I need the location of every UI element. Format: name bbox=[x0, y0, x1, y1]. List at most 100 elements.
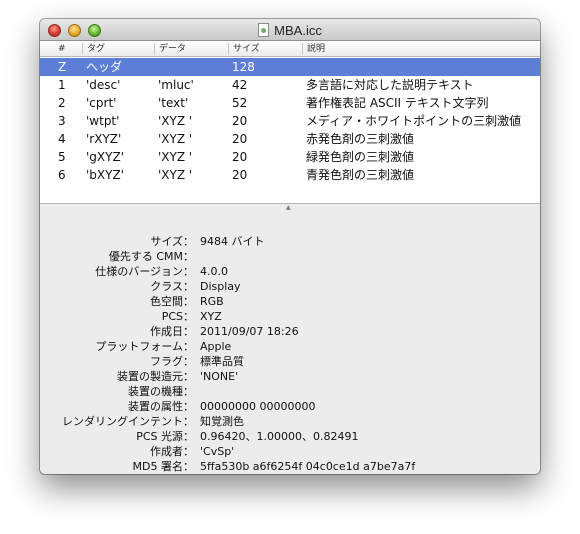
row-description: 赤発色剤の三刺激値 bbox=[306, 132, 415, 146]
detail-label: クラス： bbox=[150, 280, 194, 293]
row-description: 青発色剤の三刺激値 bbox=[306, 168, 415, 182]
row-number: 4 bbox=[58, 132, 66, 146]
detail-value: RGB bbox=[200, 295, 224, 308]
row-data: 'XYZ ' bbox=[158, 150, 193, 164]
column-header-data[interactable]: データ bbox=[154, 43, 228, 55]
detail-label: レンダリングインテント： bbox=[62, 415, 194, 428]
detail-row: 色空間： RGB bbox=[40, 294, 540, 309]
detail-label: 装置の製造元： bbox=[117, 370, 194, 383]
table-row[interactable]: 2 'cprt' 'text' 52 著作権表記 ASCII テキスト文字列 bbox=[40, 94, 540, 112]
detail-label: 色空間： bbox=[150, 295, 194, 308]
split-view-divider[interactable]: ▲ bbox=[40, 203, 540, 212]
row-size: 20 bbox=[232, 150, 248, 164]
detail-label: MD5 署名： bbox=[132, 460, 194, 473]
detail-row: 装置の機種： bbox=[40, 384, 540, 399]
row-data: 'text' bbox=[158, 96, 189, 110]
detail-value: 5ffa530b a6f6254f 04c0ce1d a7be7a7f bbox=[200, 460, 416, 473]
row-tag: 'wtpt' bbox=[86, 114, 120, 128]
row-data: 'XYZ ' bbox=[158, 168, 193, 182]
row-size: 20 bbox=[232, 114, 248, 128]
row-number: 1 bbox=[58, 78, 66, 92]
detail-label: 優先する CMM： bbox=[108, 250, 194, 263]
table-row[interactable]: 6 'bXYZ' 'XYZ ' 20 青発色剤の三刺激値 bbox=[40, 166, 540, 184]
detail-value: 知覚測色 bbox=[200, 415, 244, 428]
row-size: 42 bbox=[232, 78, 248, 92]
row-tag: 'rXYZ' bbox=[86, 132, 122, 146]
row-size: 128 bbox=[232, 60, 255, 74]
detail-row: プラットフォーム： Apple bbox=[40, 339, 540, 354]
detail-value: 4.0.0 bbox=[200, 265, 228, 278]
detail-row: 装置の製造元： 'NONE' bbox=[40, 369, 540, 384]
table-row[interactable]: 5 'gXYZ' 'XYZ ' 20 緑発色剤の三刺激値 bbox=[40, 148, 540, 166]
detail-row: 装置の属性： 00000000 00000000 bbox=[40, 399, 540, 414]
detail-row: クラス： Display bbox=[40, 279, 540, 294]
row-data: 'XYZ ' bbox=[158, 132, 193, 146]
detail-label: PCS 光源： bbox=[136, 430, 194, 443]
row-tag: 'gXYZ' bbox=[86, 150, 124, 164]
table-row[interactable]: 3 'wtpt' 'XYZ ' 20 メディア・ホワイトポイントの三刺激値 bbox=[40, 112, 540, 130]
detail-row: 作成者： 'CvSp' bbox=[40, 444, 540, 459]
row-number: 5 bbox=[58, 150, 66, 164]
detail-row: PCS： XYZ bbox=[40, 309, 540, 324]
tag-table[interactable]: # タグ データ サイズ 説明 Z ヘッダ 128 1 'desc' 'mluc… bbox=[40, 41, 540, 203]
detail-value: 2011/09/07 18:26 bbox=[200, 325, 299, 338]
resize-grip-icon[interactable]: ▲ bbox=[286, 205, 292, 211]
window: MBA.icc # タグ データ サイズ 説明 Z ヘッダ 128 1 'des… bbox=[40, 19, 540, 474]
row-description: 著作権表記 ASCII テキスト文字列 bbox=[306, 96, 489, 110]
detail-value: 'NONE' bbox=[200, 370, 239, 383]
detail-label: プラットフォーム： bbox=[95, 340, 194, 353]
title-wrap: MBA.icc bbox=[40, 19, 540, 41]
row-description: 多言語に対応した説明テキスト bbox=[306, 78, 474, 92]
row-size: 20 bbox=[232, 132, 248, 146]
table-row[interactable]: 1 'desc' 'mluc' 42 多言語に対応した説明テキスト bbox=[40, 76, 540, 94]
detail-value: XYZ bbox=[200, 310, 222, 323]
row-tag: 'cprt' bbox=[86, 96, 117, 110]
detail-row: 優先する CMM： bbox=[40, 249, 540, 264]
row-tag: ヘッダ bbox=[86, 60, 123, 74]
table-header: # タグ データ サイズ 説明 bbox=[40, 41, 540, 57]
table-row[interactable]: Z ヘッダ 128 bbox=[40, 58, 540, 76]
detail-label: 作成者： bbox=[150, 445, 194, 458]
row-description: 緑発色剤の三刺激値 bbox=[306, 150, 415, 164]
detail-row: レンダリングインテント： 知覚測色 bbox=[40, 414, 540, 429]
detail-value: Apple bbox=[200, 340, 232, 353]
detail-value: 標準品質 bbox=[200, 355, 244, 368]
profile-details: サイズ： 9484 バイト 優先する CMM： 仕様のバージョン： 4.0.0 クラ… bbox=[40, 212, 540, 474]
detail-value: 00000000 00000000 bbox=[200, 400, 316, 413]
title-bar[interactable]: MBA.icc bbox=[40, 19, 540, 41]
icc-document-icon bbox=[258, 23, 270, 37]
detail-value: 9484 バイト bbox=[200, 235, 265, 248]
window-title: MBA.icc bbox=[274, 22, 322, 38]
detail-row: PCS 光源： 0.96420、1.00000、0.82491 bbox=[40, 429, 540, 444]
column-header-tag[interactable]: タグ bbox=[82, 43, 154, 55]
detail-label: サイズ： bbox=[150, 235, 194, 248]
detail-row: 仕様のバージョン： 4.0.0 bbox=[40, 264, 540, 279]
row-size: 20 bbox=[232, 168, 248, 182]
row-number: 2 bbox=[58, 96, 66, 110]
row-number: Z bbox=[58, 60, 67, 74]
detail-value: 0.96420、1.00000、0.82491 bbox=[200, 430, 359, 443]
table-row[interactable]: 4 'rXYZ' 'XYZ ' 20 赤発色剤の三刺激値 bbox=[40, 130, 540, 148]
detail-value: Display bbox=[200, 280, 241, 293]
detail-value: 'CvSp' bbox=[200, 445, 235, 458]
row-number: 3 bbox=[58, 114, 66, 128]
row-tag: 'bXYZ' bbox=[86, 168, 124, 182]
detail-label: 装置の機種： bbox=[128, 385, 194, 398]
column-header-description[interactable]: 説明 bbox=[302, 43, 540, 55]
row-data: 'XYZ ' bbox=[158, 114, 193, 128]
detail-row: MD5 署名： 5ffa530b a6f6254f 04c0ce1d a7be7a… bbox=[40, 459, 540, 474]
detail-row: フラグ： 標準品質 bbox=[40, 354, 540, 369]
detail-label: 装置の属性： bbox=[128, 400, 194, 413]
detail-label: 作成日： bbox=[150, 325, 194, 338]
detail-row: サイズ： 9484 バイト bbox=[40, 234, 540, 249]
row-data: 'mluc' bbox=[158, 78, 194, 92]
detail-row: 作成日： 2011/09/07 18:26 bbox=[40, 324, 540, 339]
row-size: 52 bbox=[232, 96, 248, 110]
detail-label: PCS： bbox=[161, 310, 194, 323]
detail-label: 仕様のバージョン： bbox=[95, 265, 194, 278]
row-tag: 'desc' bbox=[86, 78, 121, 92]
column-header-size[interactable]: サイズ bbox=[228, 43, 302, 55]
column-header-number[interactable]: # bbox=[54, 43, 84, 55]
row-description: メディア・ホワイトポイントの三刺激値 bbox=[306, 114, 522, 128]
row-number: 6 bbox=[58, 168, 66, 182]
